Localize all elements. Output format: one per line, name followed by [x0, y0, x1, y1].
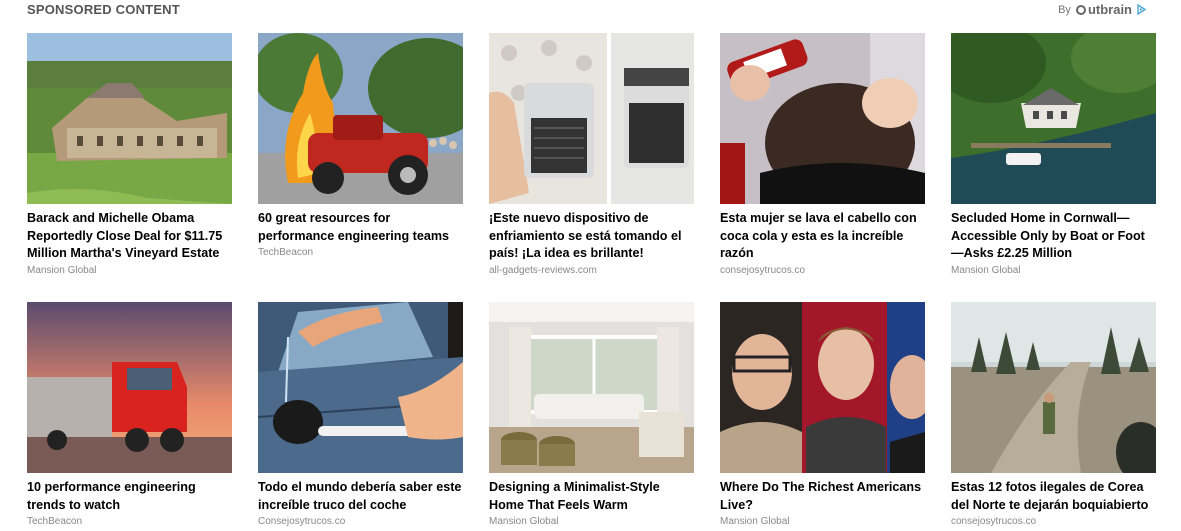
ad-source: consejosytrucos.co [951, 516, 1037, 527]
living-room-image[interactable] [489, 302, 694, 473]
ad-source: Mansion Global [27, 264, 97, 276]
mansion-estate-image[interactable] [27, 33, 232, 204]
ad-card[interactable]: ¡Este nuevo dispositivo de enfriamiento … [489, 33, 694, 276]
adchoices-icon[interactable] [1137, 4, 1146, 15]
ad-source: all-gadgets-reviews.com [489, 264, 597, 276]
ad-card[interactable]: 60 great resources for performance engin… [258, 33, 463, 258]
ad-title[interactable]: Where Do The Richest Americans Live? [720, 479, 925, 514]
outbrain-o-icon [1075, 4, 1086, 15]
lakeside-home-image[interactable] [951, 33, 1156, 204]
ad-title[interactable]: Secluded Home in Cornwall—Accessible Onl… [951, 210, 1156, 263]
hot-rod-fire-image[interactable] [258, 33, 463, 204]
ad-source: Mansion Global [489, 516, 559, 527]
ad-card[interactable]: Estas 12 fotos ilegales de Corea del Nor… [951, 302, 1156, 527]
ad-title[interactable]: Estas 12 fotos ilegales de Corea del Nor… [951, 479, 1156, 514]
car-plunger-image[interactable] [258, 302, 463, 473]
ad-source: Mansion Global [720, 516, 790, 527]
ad-title[interactable]: Todo el mundo debería saber este increíb… [258, 479, 463, 514]
outbrain-attribution[interactable]: By utbrain [1058, 2, 1146, 17]
ad-source: Mansion Global [951, 264, 1021, 276]
ad-card[interactable]: Barack and Michelle Obama Reportedly Clo… [27, 33, 232, 276]
ad-card[interactable]: Where Do The Richest Americans Live? Man… [720, 302, 925, 527]
outbrain-logo[interactable]: utbrain [1075, 2, 1132, 17]
ad-card[interactable]: Designing a Minimalist-Style Home That F… [489, 302, 694, 527]
ad-source: TechBeacon [258, 247, 314, 258]
ad-card[interactable]: Todo el mundo debería saber este increíb… [258, 302, 463, 527]
ad-title[interactable]: ¡Este nuevo dispositivo de enfriamiento … [489, 210, 694, 263]
billionaires-image[interactable] [720, 302, 925, 473]
outbrain-brand-text: utbrain [1087, 2, 1132, 17]
hair-cola-image[interactable] [720, 33, 925, 204]
by-label: By [1058, 3, 1071, 16]
north-korea-image[interactable] [951, 302, 1156, 473]
ad-title[interactable]: Designing a Minimalist-Style Home That F… [489, 479, 694, 514]
ad-title[interactable]: 60 great resources for performance engin… [258, 210, 463, 245]
ad-source: consejosytrucos.co [720, 264, 806, 276]
cooling-device-image[interactable] [489, 33, 694, 204]
ad-card[interactable]: Esta mujer se lava el cabello con coca c… [720, 33, 925, 276]
ad-card[interactable]: 10 performance engineering trends to wat… [27, 302, 232, 527]
ad-card[interactable]: Secluded Home in Cornwall—Accessible Onl… [951, 33, 1156, 276]
ad-title[interactable]: Esta mujer se lava el cabello con coca c… [720, 210, 925, 263]
ad-source: TechBeacon [27, 516, 83, 527]
ad-source: Consejosytrucos.co [258, 516, 346, 527]
ad-title[interactable]: 10 performance engineering trends to wat… [27, 479, 232, 514]
red-truck-image[interactable] [27, 302, 232, 473]
ad-title[interactable]: Barack and Michelle Obama Reportedly Clo… [27, 210, 232, 263]
sponsored-title: SPONSORED CONTENT [27, 2, 180, 17]
sponsored-header: SPONSORED CONTENT By utbrain [27, 0, 1155, 18]
